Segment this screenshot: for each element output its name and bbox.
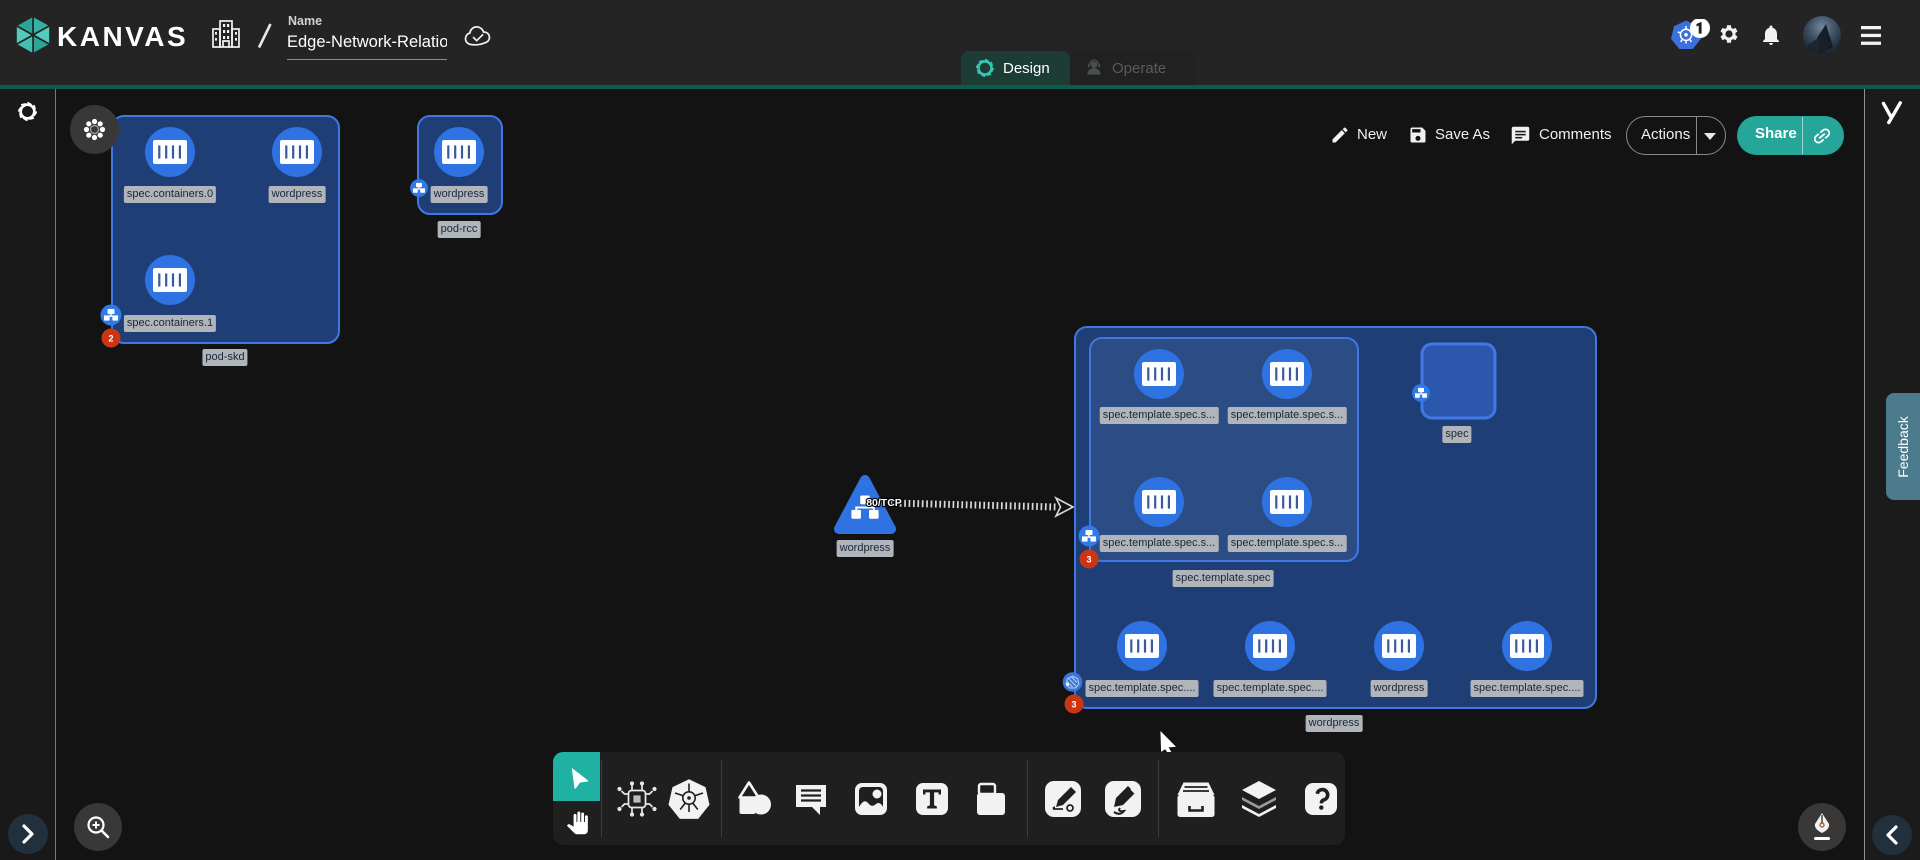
svg-text:3: 3 (1086, 555, 1091, 565)
svg-text:2: 2 (108, 334, 113, 344)
svg-text:80/TCP: 80/TCP (866, 497, 902, 509)
svg-text:3: 3 (1071, 700, 1076, 710)
